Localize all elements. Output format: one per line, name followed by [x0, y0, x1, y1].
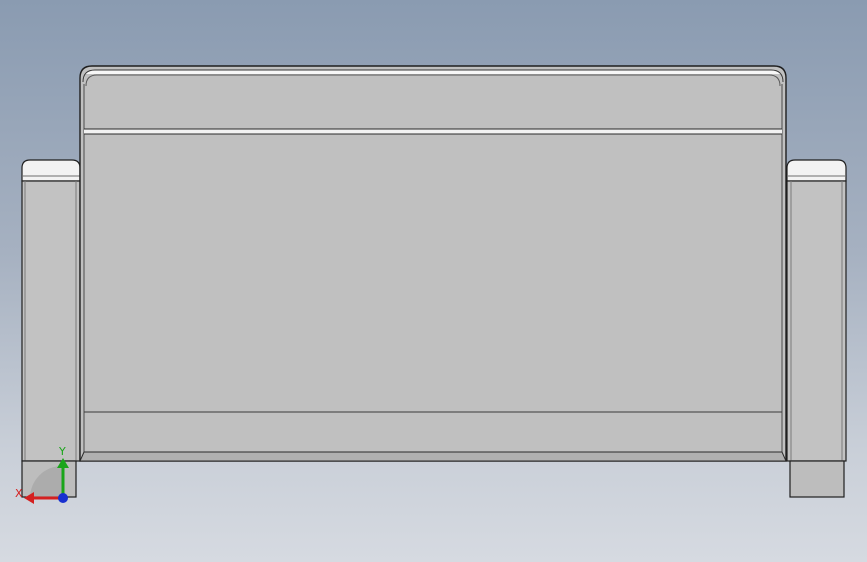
- left-armrest[interactable]: [21, 159, 81, 498]
- backrest-outer-shell: [79, 65, 787, 462]
- triad-x-label: X: [15, 487, 23, 500]
- right-armrest-top-cap: [786, 159, 847, 182]
- right-armrest-body: [786, 180, 847, 462]
- right-leg: [789, 460, 845, 498]
- triad-y-label: Y: [58, 445, 66, 458]
- sofa-model-front-view[interactable]: Y X: [0, 0, 867, 562]
- backrest-seam-highlight: [84, 129, 782, 134]
- sofa-backrest[interactable]: [79, 65, 787, 462]
- left-armrest-top-cap: [21, 159, 81, 182]
- left-armrest-body: [21, 180, 81, 462]
- right-armrest[interactable]: [786, 159, 847, 498]
- graphics-viewport[interactable]: Y X: [0, 0, 867, 562]
